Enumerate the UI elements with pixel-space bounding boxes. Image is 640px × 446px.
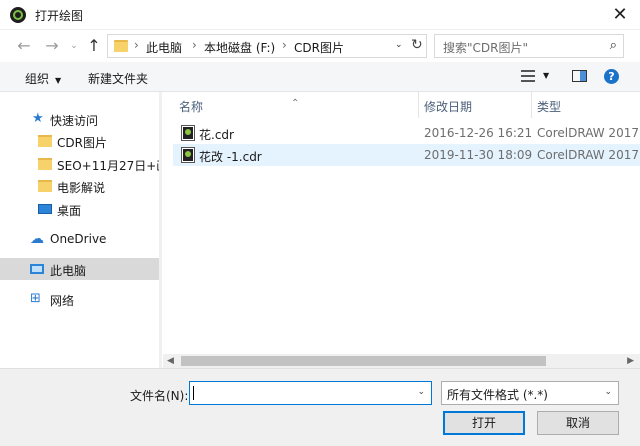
file-type-select[interactable]: 所有文件格式 (*.*) ⌄: [441, 381, 619, 405]
horizontal-scrollbar[interactable]: ◀ ▶: [163, 354, 640, 368]
sidebar-item-label: SEO+11月27日+画: [57, 159, 159, 173]
sidebar-item-desktop[interactable]: 桌面: [0, 198, 159, 220]
address-dropdown-chevron-icon[interactable]: ⌄: [395, 40, 403, 50]
help-icon[interactable]: ?: [604, 69, 619, 84]
sidebar-scrollbar[interactable]: [159, 92, 162, 368]
column-header-type[interactable]: 类型: [532, 92, 640, 118]
coreldraw-app-icon: [10, 7, 26, 23]
file-row[interactable]: 花.cdr 2016-12-26 16:21 CorelDRAW 2017: [173, 122, 640, 144]
sidebar-item-cdr-folder[interactable]: CDR图片: [0, 130, 159, 152]
preview-pane-icon[interactable]: [572, 70, 587, 82]
organize-caret-icon: ▼: [55, 76, 62, 85]
scrollbar-thumb[interactable]: [181, 356, 546, 366]
text-cursor: [193, 386, 194, 400]
column-label: 类型: [537, 100, 562, 114]
up-arrow-icon[interactable]: ↑: [84, 36, 104, 56]
folder-icon: [114, 40, 128, 52]
file-row[interactable]: 花改 -1.cdr 2019-11-30 18:09 CorelDRAW 201…: [173, 144, 640, 166]
title-bar: 打开绘图 ✕: [0, 0, 640, 30]
cdr-file-icon: [181, 125, 195, 141]
back-arrow-icon[interactable]: ←: [14, 36, 34, 56]
sidebar-item-onedrive[interactable]: ☁ OneDrive: [0, 228, 159, 250]
breadcrumb-this-pc[interactable]: 此电脑: [146, 39, 182, 56]
file-type-chevron-icon: ⌄: [604, 387, 612, 397]
sidebar-item-label: 快速访问: [50, 114, 99, 128]
address-bar[interactable]: › 此电脑 › 本地磁盘 (F:) › CDR图片 ⌄ ↻: [107, 34, 427, 58]
folder-icon: [38, 158, 52, 170]
folder-icon: [38, 180, 52, 192]
file-name: 花.cdr: [199, 128, 234, 142]
recent-locations-chevron-icon[interactable]: ⌄: [64, 36, 84, 56]
sidebar-item-quick-access[interactable]: ★ 快速访问: [0, 108, 159, 130]
breadcrumb-separator: ›: [282, 38, 287, 52]
scroll-right-arrow-icon[interactable]: ▶: [627, 356, 634, 366]
star-icon: ★: [32, 111, 44, 126]
forward-arrow-icon[interactable]: →: [42, 36, 62, 56]
sidebar-item-label: OneDrive: [50, 232, 107, 246]
scroll-left-arrow-icon[interactable]: ◀: [167, 356, 174, 366]
view-dropdown-caret-icon[interactable]: ▼: [543, 71, 549, 80]
file-dialog-footer: 文件名(N): ⌄ 所有文件格式 (*.*) ⌄ 打开 取消: [0, 368, 640, 446]
cdr-file-icon: [181, 147, 195, 163]
file-date: 2016-12-26 16:21: [424, 126, 533, 140]
window-title: 打开绘图: [35, 9, 84, 23]
computer-icon: [30, 264, 44, 274]
file-type: CorelDRAW 2017: [537, 148, 639, 162]
breadcrumb-drive-f[interactable]: 本地磁盘 (F:): [204, 39, 275, 56]
column-header-name[interactable]: 名称 ⌃: [163, 92, 418, 118]
breadcrumb-separator: ›: [192, 38, 197, 52]
search-icon[interactable]: ⌕: [610, 38, 617, 53]
file-type: CorelDRAW 2017: [537, 126, 639, 140]
breadcrumb-separator: ›: [134, 38, 139, 52]
filename-input[interactable]: ⌄: [189, 381, 432, 405]
cancel-button[interactable]: 取消: [537, 411, 619, 435]
breadcrumb-cdr-folder[interactable]: CDR图片: [294, 39, 344, 56]
cloud-icon: ☁: [30, 231, 44, 247]
refresh-icon[interactable]: ↻: [411, 37, 423, 53]
filename-dropdown-chevron-icon[interactable]: ⌄: [417, 387, 425, 397]
new-folder-button[interactable]: 新建文件夹: [88, 70, 148, 87]
organize-menu[interactable]: 组织 ▼: [25, 70, 61, 87]
open-button[interactable]: 打开: [443, 411, 525, 435]
column-label: 名称: [179, 100, 204, 114]
sidebar-item-label: 此电脑: [50, 264, 87, 278]
search-placeholder: 搜索"CDR图片": [443, 41, 528, 55]
network-icon: ⊞: [30, 291, 41, 306]
file-type-value: 所有文件格式 (*.*): [447, 388, 548, 402]
sidebar-item-seo-folder[interactable]: SEO+11月27日+画: [0, 153, 159, 175]
sidebar-item-label: 网络: [50, 294, 75, 308]
view-options-icon[interactable]: [521, 70, 535, 82]
sidebar-item-movie-folder[interactable]: 电影解说: [0, 175, 159, 197]
file-name: 花改 -1.cdr: [199, 150, 262, 164]
close-icon[interactable]: ✕: [600, 0, 640, 30]
organize-label: 组织: [25, 72, 50, 86]
sidebar-item-this-pc[interactable]: 此电脑: [0, 258, 159, 280]
sort-ascending-icon: ⌃: [291, 98, 300, 109]
navigation-bar: ← → ⌄ ↑ › 此电脑 › 本地磁盘 (F:) › CDR图片 ⌄ ↻ 搜索…: [0, 30, 640, 62]
file-date: 2019-11-30 18:09: [424, 148, 533, 162]
desktop-icon: [38, 204, 52, 214]
command-toolbar: 组织 ▼ 新建文件夹 ▼ ?: [0, 62, 640, 92]
search-box[interactable]: 搜索"CDR图片" ⌕: [434, 34, 624, 58]
filename-label: 文件名(N):: [130, 389, 189, 403]
sidebar-item-network[interactable]: ⊞ 网络: [0, 288, 159, 310]
folder-icon: [38, 135, 52, 147]
navigation-pane: ★ 快速访问 CDR图片 SEO+11月27日+画 电影解说 桌面 ☁ OneD…: [0, 92, 162, 368]
sidebar-item-label: CDR图片: [57, 136, 107, 150]
sidebar-item-label: 电影解说: [57, 181, 106, 195]
sidebar-item-label: 桌面: [57, 204, 82, 218]
file-list: 名称 ⌃ 修改日期 类型 花.cdr 2016-12-26 16:21 Core…: [163, 92, 640, 354]
column-header-date[interactable]: 修改日期: [419, 92, 531, 118]
column-label: 修改日期: [424, 100, 473, 114]
